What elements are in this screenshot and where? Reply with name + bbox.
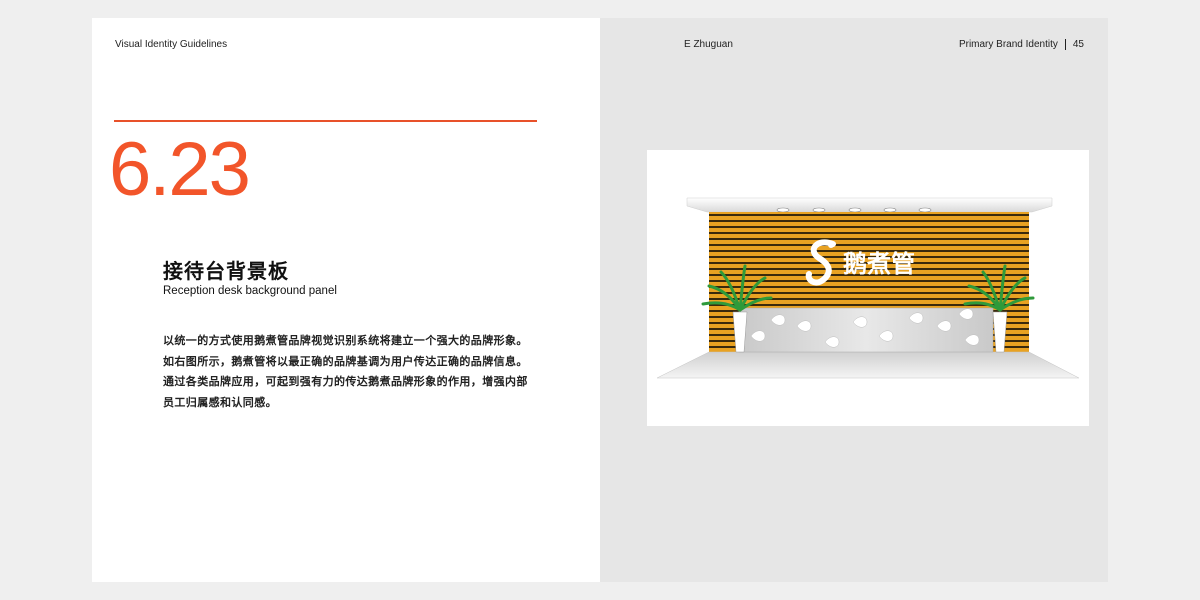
header-divider <box>1064 39 1066 50</box>
document-spread: Visual Identity Guidelines 6.23 接待台背景板 R… <box>92 18 1108 582</box>
section-number: 6.23 <box>109 127 251 212</box>
left-page: Visual Identity Guidelines 6.23 接待台背景板 R… <box>92 18 600 582</box>
section-title-cn: 接待台背景板 <box>163 259 289 283</box>
reception-counter <box>738 307 994 353</box>
header-guide-title: Visual Identity Guidelines <box>115 39 228 50</box>
body-line: 通过各类品牌应用，可起到强有力的传达鹅煮品牌形象的作用，增强内部 <box>163 375 528 388</box>
header-section-name: Primary Brand Identity <box>958 39 1058 50</box>
reception-desk-image: 鹅煮管 <box>656 197 1080 379</box>
header-brand-name: E Zhuguan <box>684 39 733 50</box>
section-rule <box>114 120 537 122</box>
header-section-info: Primary Brand Identity 45 <box>959 39 1084 50</box>
body-line: 如右图所示，鹅煮管将以最正确的品牌基调为用户传达正确的品牌信息。 <box>163 354 528 368</box>
reception-desk-illustration: 鹅煮管 <box>647 150 1089 426</box>
page-number: 45 <box>1072 39 1084 50</box>
floor <box>656 351 1080 379</box>
body-line: 以统一的方式使用鹅煮管品牌视觉识别系统将建立一个强大的品牌形象。 <box>163 334 528 347</box>
ceiling-panel <box>686 197 1053 213</box>
section-title-en: Reception desk background panel <box>163 285 337 297</box>
body-line: 员工归属感和认同感。 <box>163 395 277 409</box>
right-page: E Zhuguan Primary Brand Identity 45 鹅煮管 <box>600 18 1108 582</box>
logo-text: 鹅煮管 <box>843 250 915 278</box>
body-paragraph: 以统一的方式使用鹅煮管品牌视觉识别系统将建立一个强大的品牌形象。 如右图所示，鹅… <box>163 331 553 413</box>
